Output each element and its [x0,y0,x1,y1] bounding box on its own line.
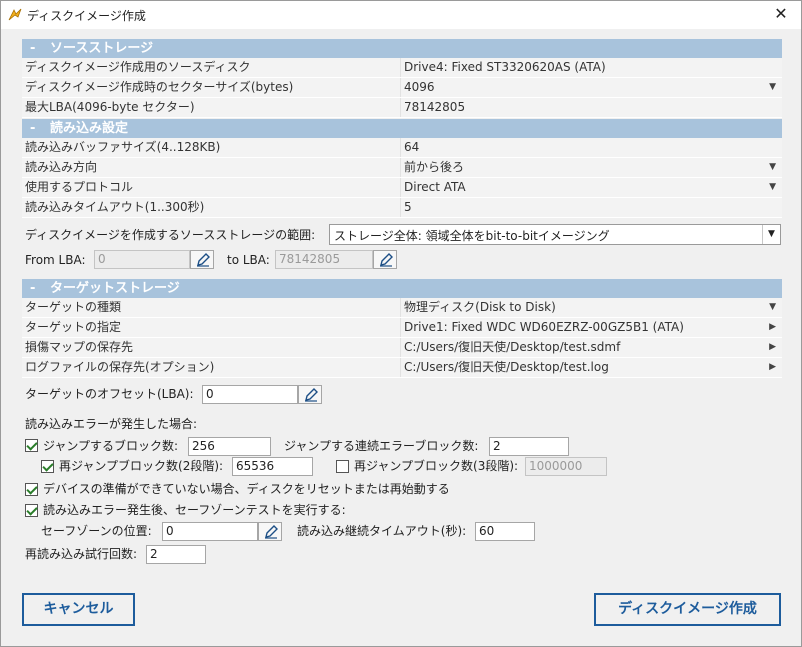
property-key: 読み込みタイムアウト(1..300秒) [22,198,401,217]
jump-blocks-input[interactable]: 256 [188,437,271,456]
pencil-icon [305,388,318,402]
to-lba-input[interactable]: 78142805 [275,250,373,269]
target-section-header[interactable]: - ターゲットストレージ [22,279,782,298]
title-bar: ディスクイメージ作成 ✕ [1,1,801,29]
target-storage-section: - ターゲットストレージ ターゲットの種類 物理ディスク(Disk to Disk… [22,279,782,378]
collapse-icon[interactable]: - [30,279,50,298]
edit-safezone-button[interactable] [258,522,282,541]
read-section-header[interactable]: - 読み込み設定 [22,119,782,138]
to-lba-label: to LBA: [227,253,270,267]
continue-timeout-input[interactable]: 60 [475,522,535,541]
property-row[interactable]: 読み込みバッファサイズ(4..128KB) 64 [22,138,782,158]
range-label: ディスクイメージを作成するソースストレージの範囲: [25,228,316,242]
window-title: ディスクイメージ作成 [27,9,146,23]
from-lba-input[interactable]: 0 [94,250,190,269]
edit-offset-button[interactable] [298,385,322,404]
read-direction-select[interactable]: 前から後ろ ▼ [401,158,782,177]
property-row[interactable]: ターゲットの指定 Drive1: Fixed WDC WD60EZRZ-00GZ… [22,318,782,338]
dropdown-arrow-icon: ▼ [769,182,776,192]
rejump2-checkbox[interactable] [41,460,54,473]
property-key: ログファイルの保存先(オプション) [22,358,401,377]
create-disk-image-button[interactable]: ディスクイメージ作成 [594,593,781,626]
log-file-path-picker[interactable]: C:/Users/復旧天使/Desktop/test.log ▶ [401,358,782,377]
safezone-test-label: 読み込みエラー発生後、セーフゾーンテストを実行する: [43,503,346,517]
property-key: 最大LBA(4096-byte セクター) [22,98,401,117]
property-row[interactable]: ディスクイメージ作成用のソースディスク Drive4: Fixed ST3320… [22,58,782,78]
cancel-button[interactable]: キャンセル [22,593,135,626]
expand-arrow-icon: ▶ [769,362,776,372]
app-logo-icon [8,8,22,21]
retry-count-label: 再読み込み試行回数: [25,547,138,561]
rejump3-input[interactable]: 1000000 [525,457,607,476]
property-row[interactable]: 使用するプロトコル Direct ATA ▼ [22,178,782,198]
dropdown-arrow-icon: ▼ [769,82,776,92]
collapse-icon[interactable]: - [30,39,50,58]
property-key: ターゲットの種類 [22,298,401,317]
offset-label: ターゲットのオフセット(LBA): [25,387,194,401]
property-value: 78142805 [404,100,466,114]
read-error-heading: 読み込みエラーが発生した場合: [25,417,198,431]
damage-map-path-picker[interactable]: C:/Users/復旧天使/Desktop/test.sdmf ▶ [401,338,782,357]
property-row[interactable]: ディスクイメージ作成時のセクターサイズ(bytes) 4096 ▼ [22,78,782,98]
buffer-size-field[interactable]: 64 [401,138,782,157]
jump-blocks-label: ジャンプするブロック数: [43,439,179,453]
rejump2-label: 再ジャンプブロック数(2段階): [59,459,224,473]
pencil-icon [380,253,393,267]
rejump2-input[interactable]: 65536 [232,457,313,476]
continue-timeout-label: 読み込み継続タイムアウト(秒): [297,524,467,538]
target-type-select[interactable]: 物理ディスク(Disk to Disk) ▼ [401,298,782,317]
property-key: 読み込み方向 [22,158,401,177]
property-row[interactable]: 読み込み方向 前から後ろ ▼ [22,158,782,178]
read-settings-section: - 読み込み設定 読み込みバッファサイズ(4..128KB) 64 読み込み方向 … [22,119,782,218]
property-row[interactable]: ログファイルの保存先(オプション) C:/Users/復旧天使/Desktop/… [22,358,782,378]
property-key: 損傷マップの保存先 [22,338,401,357]
property-key: ターゲットの指定 [22,318,401,337]
dropdown-arrow-icon: ▼ [769,162,776,172]
source-storage-section: - ソースストレージ ディスクイメージ作成用のソースディスク Drive4: Fi… [22,39,782,118]
property-key: 読み込みバッファサイズ(4..128KB) [22,138,401,157]
edit-from-lba-button[interactable] [190,250,214,269]
read-timeout-field[interactable]: 5 [401,198,782,217]
rejump3-checkbox[interactable] [336,460,349,473]
consecutive-error-label: ジャンプする連続エラーブロック数: [284,439,479,453]
property-row[interactable]: 最大LBA(4096-byte セクター) 78142805 [22,98,782,118]
safezone-position-label: セーフゾーンの位置: [41,524,152,538]
property-row[interactable]: ターゲットの種類 物理ディスク(Disk to Disk) ▼ [22,298,782,318]
disk-image-dialog: ディスクイメージ作成 ✕ - ソースストレージ ディスクイメージ作成用のソースディ… [0,0,802,647]
safezone-position-input[interactable]: 0 [162,522,258,541]
source-section-header[interactable]: - ソースストレージ [22,39,782,58]
property-key: ディスクイメージ作成時のセクターサイズ(bytes) [22,78,401,97]
from-lba-label: From LBA: [25,253,86,267]
device-reset-checkbox[interactable] [25,483,38,496]
device-reset-label: デバイスの準備ができていない場合、ディスクをリセットまたは再始動する [43,482,450,496]
pencil-icon [197,253,210,267]
property-key: 使用するプロトコル [22,178,401,197]
offset-input[interactable]: 0 [202,385,298,404]
protocol-select[interactable]: Direct ATA ▼ [401,178,782,197]
expand-arrow-icon: ▶ [769,342,776,352]
pencil-icon [265,525,278,539]
range-select[interactable]: ストレージ全体: 領域全体をbit-to-bitイメージング ▼ [329,224,781,245]
property-key: ディスクイメージ作成用のソースディスク [22,58,401,77]
expand-arrow-icon: ▶ [769,322,776,332]
edit-to-lba-button[interactable] [373,250,397,269]
sector-size-select[interactable]: 4096 ▼ [401,78,782,97]
consecutive-error-input[interactable]: 2 [489,437,569,456]
dropdown-arrow-icon: ▼ [769,302,776,312]
property-value: Drive4: Fixed ST3320620AS (ATA) [404,60,606,74]
close-icon[interactable]: ✕ [767,3,795,25]
rejump3-label: 再ジャンプブロック数(3段階): [354,459,519,473]
collapse-icon[interactable]: - [30,119,50,138]
retry-count-input[interactable]: 2 [146,545,206,564]
property-row[interactable]: 損傷マップの保存先 C:/Users/復旧天使/Desktop/test.sdm… [22,338,782,358]
target-drive-picker[interactable]: Drive1: Fixed WDC WD60EZRZ-00GZ5B1 (ATA)… [401,318,782,337]
dropdown-arrow-icon[interactable]: ▼ [762,225,780,244]
jump-blocks-checkbox[interactable] [25,439,38,452]
safezone-test-checkbox[interactable] [25,504,38,517]
property-row[interactable]: 読み込みタイムアウト(1..300秒) 5 [22,198,782,218]
